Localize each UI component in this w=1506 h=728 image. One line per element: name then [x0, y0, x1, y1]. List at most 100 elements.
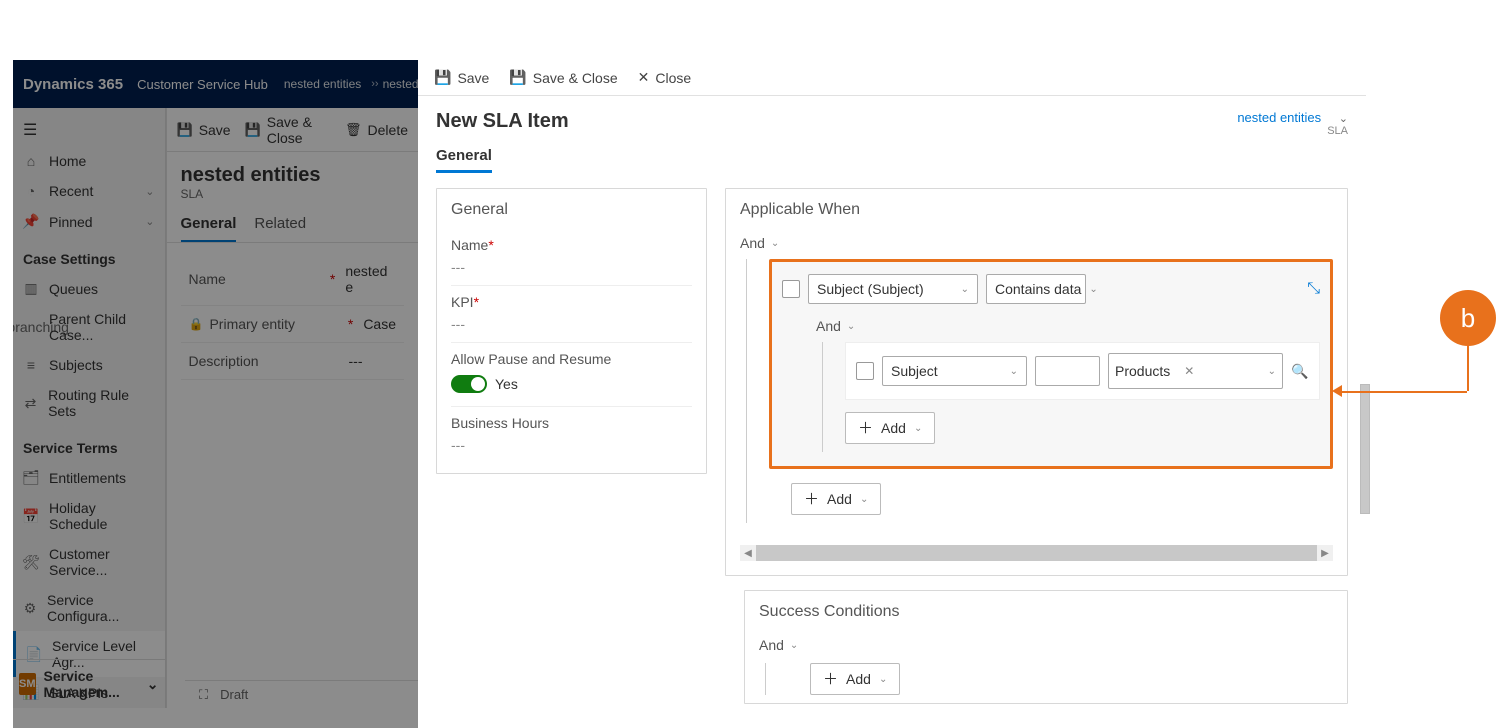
chevron-down-icon: ⌄: [147, 676, 159, 693]
nav-home[interactable]: ⌂Home: [13, 146, 165, 176]
tab-general[interactable]: General: [436, 147, 492, 173]
chevron-down-icon: ⌄: [879, 674, 887, 685]
breadcrumb-item[interactable]: nested entities: [284, 77, 361, 91]
subjects-icon: ≡: [23, 357, 39, 373]
plus-icon: ＋: [823, 672, 838, 687]
bg-save-close-button[interactable]: 💾Save & Close: [245, 114, 331, 146]
condition-checkbox[interactable]: [856, 362, 874, 380]
bg-primary-label: Primary entity: [209, 316, 295, 332]
scroll-thumb[interactable]: [756, 545, 1317, 561]
bg-tab-related[interactable]: Related: [254, 215, 306, 242]
plus-icon: ＋: [804, 492, 819, 507]
applicable-when-section: Applicable When And⌄ Subject (Subject)⌄ …: [725, 188, 1348, 576]
applicable-when-title: Applicable When: [726, 189, 1347, 225]
bg-name-value[interactable]: nested e: [345, 263, 396, 295]
expand-icon[interactable]: ⛶: [199, 687, 208, 703]
required-indicator: *: [474, 294, 479, 310]
annotation-arrow-icon: [1332, 385, 1342, 397]
nav-customer-service[interactable]: 🛠Customer Service...: [13, 539, 165, 585]
success-conditions-section: Success Conditions And⌄ ＋Add⌄: [744, 590, 1348, 704]
business-hours-field[interactable]: ---: [451, 437, 692, 453]
nav-entitlements[interactable]: 🗂Entitlements: [13, 462, 165, 493]
nav-routing[interactable]: ⇄Routing Rule Sets: [13, 380, 165, 426]
status-draft: Draft: [220, 687, 248, 702]
save-icon: 💾: [177, 122, 193, 138]
name-field[interactable]: ---: [451, 259, 692, 275]
add-condition-button[interactable]: ＋Add⌄: [791, 483, 881, 515]
chevron-right-icon: ››: [371, 78, 378, 90]
breadcrumb-item[interactable]: nested entities: [383, 77, 418, 91]
general-section-title: General: [437, 189, 706, 225]
bg-primary-value: Case: [363, 316, 396, 332]
top-nav-bar: Dynamics 365 Customer Service Hub nested…: [13, 60, 418, 108]
bg-status-bar: ⛶ Draft: [185, 680, 418, 708]
success-conditions-title: Success Conditions: [745, 591, 1347, 627]
annotation-connector: [1342, 391, 1467, 393]
field-select-subject[interactable]: Subject (Subject)⌄: [808, 274, 978, 304]
add-condition-button-inner[interactable]: ＋Add⌄: [845, 412, 935, 444]
nav-recent[interactable]: ◔Recent⌄: [13, 176, 165, 206]
success-root-group-operator[interactable]: And⌄: [759, 633, 1333, 657]
value-lookup-input[interactable]: Products✕ ⌄: [1108, 353, 1283, 389]
remove-tag-icon[interactable]: ✕: [1184, 364, 1194, 378]
root-group-operator[interactable]: And⌄: [740, 231, 1333, 255]
nav-subjects[interactable]: ≡Subjects: [13, 350, 165, 380]
horizontal-scrollbar[interactable]: ◀ ▶: [740, 545, 1333, 561]
search-icon[interactable]: 🔍: [1291, 363, 1309, 380]
header-breadcrumb[interactable]: nested entities ⌄ SLA: [1237, 110, 1348, 137]
parent-entity-label: SLA: [1237, 125, 1348, 137]
inner-group-operator[interactable]: And⌄: [816, 314, 1320, 338]
vertical-scrollbar[interactable]: [1360, 384, 1370, 514]
app-name: Dynamics 365: [23, 76, 123, 93]
chevron-down-icon: ⌄: [790, 640, 798, 651]
save-close-icon: 💾: [509, 69, 526, 86]
nav-parent-child[interactable]: �branchingParent Child Case...: [13, 304, 165, 350]
chevron-down-icon[interactable]: ⌄: [1339, 113, 1348, 125]
chevron-down-icon: ⌄: [145, 185, 154, 198]
bg-page-subtitle: SLA: [181, 187, 405, 201]
collapse-icon[interactable]: ⤡: [1307, 280, 1320, 298]
allow-pause-toggle[interactable]: [451, 375, 487, 393]
background-command-bar: 💾Save 💾Save & Close 🗑Delete: [167, 108, 419, 152]
save-close-button[interactable]: 💾Save & Close: [509, 69, 617, 86]
nav-queues[interactable]: ▥Queues: [13, 273, 165, 304]
routing-icon: ⇄: [23, 395, 38, 412]
save-button[interactable]: 💾Save: [434, 69, 489, 86]
plus-icon: ＋: [858, 421, 873, 436]
nav-pinned[interactable]: 📌Pinned⌄: [13, 206, 165, 237]
calendar-icon: 📅: [23, 508, 39, 525]
kpi-field[interactable]: ---: [451, 316, 692, 332]
nav-section-service-terms: Service Terms: [13, 426, 165, 462]
queue-icon: ▥: [23, 280, 39, 297]
field-select-subject-inner[interactable]: Subject⌄: [882, 356, 1027, 386]
chevron-down-icon: ⌄: [860, 494, 868, 505]
value-tag-products: Products: [1115, 363, 1170, 379]
nav-section-case-settings: Case Settings: [13, 237, 165, 273]
operator-select-contains-data[interactable]: Contains data⌄: [986, 274, 1086, 304]
tree-icon: �branching: [23, 319, 39, 336]
save-icon: 💾: [434, 69, 451, 86]
hamburger-icon[interactable]: ☰: [13, 114, 165, 146]
entitlements-icon: 🗂: [23, 469, 39, 486]
annotation-badge: b: [1440, 290, 1496, 346]
nav-holiday[interactable]: 📅Holiday Schedule: [13, 493, 165, 539]
bg-save-button[interactable]: 💾Save: [177, 122, 231, 138]
scroll-left-icon[interactable]: ◀: [740, 545, 756, 561]
close-button[interactable]: ✕Close: [638, 69, 692, 86]
add-success-condition-button[interactable]: ＋Add⌄: [810, 663, 900, 695]
chevron-down-icon: ⌄: [1002, 366, 1018, 377]
background-dimmed-ui: Dynamics 365 Customer Service Hub nested…: [13, 60, 418, 728]
kpi-label: KPI: [451, 294, 474, 310]
chevron-down-icon: ⌄: [847, 321, 855, 332]
parent-record-link[interactable]: nested entities: [1237, 110, 1321, 125]
area-switcher[interactable]: SM Service Managem... ⌄: [13, 659, 165, 708]
gear-icon: ⚙: [23, 600, 37, 617]
bg-desc-value[interactable]: ---: [349, 353, 363, 369]
bg-delete-button[interactable]: 🗑Delete: [345, 122, 408, 138]
allow-pause-value: Yes: [495, 376, 518, 392]
bg-tab-general[interactable]: General: [181, 215, 237, 242]
scroll-right-icon[interactable]: ▶: [1317, 545, 1333, 561]
operator-select-inner[interactable]: [1035, 356, 1100, 386]
condition-checkbox[interactable]: [782, 280, 800, 298]
nav-service-config[interactable]: ⚙Service Configura...: [13, 585, 165, 631]
